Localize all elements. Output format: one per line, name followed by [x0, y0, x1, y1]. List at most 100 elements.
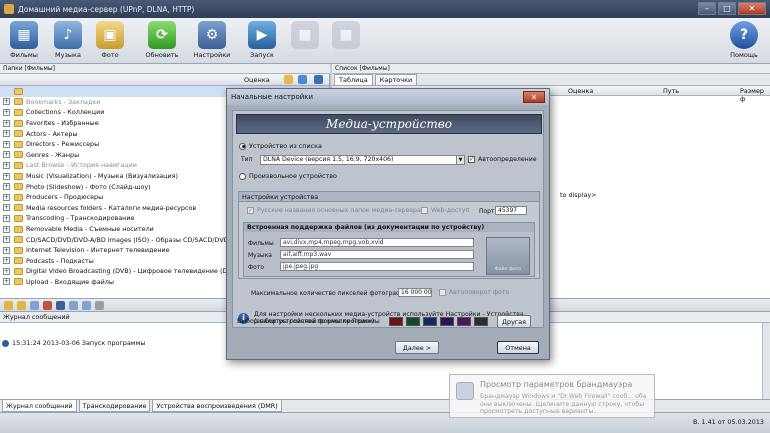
delete-icon[interactable]	[43, 300, 52, 310]
tree-item-label: Producers - Продюсеры	[26, 193, 104, 202]
expand-icon[interactable]: +	[3, 214, 10, 222]
lock-icon[interactable]	[284, 75, 293, 84]
disabled-tool-2[interactable]: ■	[326, 21, 366, 49]
filter-icon[interactable]	[314, 75, 323, 84]
tab-log[interactable]: Журнал сообщений	[2, 400, 77, 412]
music-icon: ♪	[54, 21, 82, 49]
tab-transcoding[interactable]: Транскодирование	[78, 400, 151, 412]
tree-item-label: Internet Television - Интернет телевиден…	[26, 246, 170, 255]
format-music-input[interactable]: aif,aiff,mp3,wav	[280, 250, 474, 259]
app-icon	[4, 4, 14, 14]
folder-icon	[14, 151, 23, 159]
disabled-tool-1[interactable]: ■	[285, 21, 325, 49]
folder-icon	[14, 119, 23, 127]
dialog-close-button[interactable]: ✕	[523, 91, 545, 103]
music-button[interactable]: ♪ Музыка	[48, 21, 88, 59]
tree-item-label: Music (Visualization) - Музыка (Визуализ…	[26, 172, 179, 181]
expand-icon[interactable]: +	[3, 246, 10, 254]
palette-swatch[interactable]	[405, 317, 420, 326]
device-type-select[interactable]: DLNA Device (версия 1.5, 16:9, 720x406) …	[260, 155, 465, 165]
settings-button[interactable]: ⚙ Настройки	[192, 21, 232, 59]
expand-icon[interactable]: +	[3, 236, 10, 244]
russian-names-checkbox[interactable]: ✓ Русские названия основных папок медиа-…	[247, 207, 421, 214]
log-scrollbar[interactable]	[762, 323, 770, 399]
add-icon[interactable]	[4, 300, 13, 310]
tree-item-label: Upload - Входящие файлы	[26, 277, 114, 286]
expand-icon[interactable]: +	[3, 161, 10, 169]
expand-icon[interactable]: +	[3, 278, 10, 286]
formats-title: Встроенная поддержка файлов (из документ…	[244, 223, 534, 232]
cancel-button[interactable]: Отмена	[497, 341, 539, 354]
palette-swatch[interactable]	[456, 317, 471, 326]
photo-button[interactable]: ▣ Фото	[90, 21, 130, 59]
expand-icon[interactable]: +	[3, 130, 10, 138]
dialog-banner: Медиа-устройство	[236, 114, 542, 134]
edit-icon[interactable]	[30, 300, 39, 310]
title-bar: Домашний медиа-сервер (UPnP, DLNA, HTTP)…	[0, 0, 770, 18]
formats-group: Встроенная поддержка файлов (из документ…	[243, 222, 535, 277]
format-movies-input[interactable]: avi,divx,mp4,mpeg,mpg,vob,xvid	[280, 238, 474, 247]
save-icon[interactable]	[56, 300, 65, 310]
folder-icon	[14, 140, 23, 148]
tab-table[interactable]: Таблица	[334, 74, 373, 85]
port-label: Порт	[479, 208, 495, 215]
expand-icon[interactable]: +	[3, 183, 10, 191]
format-photo-input[interactable]: jpe,jpeg,jpg	[280, 262, 474, 271]
expand-icon[interactable]: +	[3, 140, 10, 148]
tab-cards[interactable]: Карточки	[374, 74, 418, 85]
chevron-down-icon: ▼	[456, 156, 464, 164]
custom-device-radio[interactable]: Произвольное устройство	[239, 172, 337, 180]
tree-item-label: Favorites - Избранные	[26, 119, 99, 128]
expand-icon[interactable]: +	[3, 257, 10, 265]
expand-icon[interactable]: +	[3, 98, 10, 106]
palette-swatch[interactable]	[388, 317, 403, 326]
minimize-button[interactable]: –	[698, 2, 716, 15]
device-from-list-radio[interactable]: Устройство из списка	[239, 142, 322, 150]
close-window-button[interactable]: ✕	[738, 2, 766, 15]
expand-icon[interactable]: +	[3, 119, 10, 127]
sort-icon[interactable]	[298, 75, 307, 84]
expand-icon[interactable]: +	[3, 108, 10, 116]
help-button[interactable]: ? Помощь	[724, 21, 764, 59]
palette-swatch[interactable]	[439, 317, 454, 326]
tab-renderers[interactable]: Устройства воспроизведения (DMR)	[152, 400, 282, 412]
tree-item-label: Podcasts - Подкасты	[26, 256, 94, 265]
expand-icon[interactable]: +	[3, 193, 10, 201]
cut-icon[interactable]	[95, 300, 104, 310]
expand-icon[interactable]: +	[3, 204, 10, 212]
palette-swatch[interactable]	[422, 317, 437, 326]
folders-header: Папки [Фильмы]	[0, 64, 330, 74]
start-button[interactable]: ▶ Запуск	[242, 21, 282, 59]
palette-swatch[interactable]	[473, 317, 488, 326]
device-image[interactable]: Файл фото	[486, 237, 530, 275]
autodetect-checkbox[interactable]: ✓ Автоопределение	[468, 156, 537, 163]
next-button[interactable]: Далее >	[395, 341, 439, 354]
film-icon: ▦	[10, 21, 38, 49]
format-label-music: Музыка	[248, 252, 272, 259]
up-icon[interactable]	[69, 300, 78, 310]
palette-row: Выбор палитры главной формы программы	[237, 315, 539, 328]
max-pixels-input[interactable]: 16 000 000	[398, 288, 432, 297]
web-access-checkbox[interactable]: Web-доступ	[421, 207, 470, 214]
expand-icon[interactable]: +	[3, 151, 10, 159]
rating-column[interactable]: Оценка	[244, 76, 270, 84]
maximize-button[interactable]: □	[718, 2, 736, 15]
down-icon[interactable]	[82, 300, 91, 310]
expand-icon[interactable]: +	[3, 225, 10, 233]
firewall-notification[interactable]: Просмотр параметров брандмауэра Брандмау…	[449, 374, 655, 418]
port-input[interactable]: 45397	[495, 206, 527, 215]
autorotate-checkbox[interactable]: Автоповорот фото	[439, 289, 509, 296]
tree-item-label: Actors - Актеры	[26, 129, 78, 138]
initial-settings-dialog: Начальные настройки ✕ Медиа-устройство У…	[226, 88, 550, 360]
start-icon: ▶	[248, 21, 276, 49]
col-rating[interactable]: Оценка	[568, 87, 593, 95]
other-palette-button[interactable]: Другая	[497, 315, 531, 328]
refresh-button[interactable]: ⟳ Обновить	[142, 21, 182, 59]
movies-button[interactable]: ▦ Фильмы	[4, 21, 44, 59]
expand-icon[interactable]: +	[3, 267, 10, 275]
expand-icon[interactable]: +	[3, 172, 10, 180]
tree-item-label: Collections - Коллекции	[26, 108, 105, 117]
col-size[interactable]: Размер ф	[740, 87, 770, 103]
folder-add-icon[interactable]	[17, 300, 26, 310]
col-path[interactable]: Путь	[663, 87, 679, 95]
